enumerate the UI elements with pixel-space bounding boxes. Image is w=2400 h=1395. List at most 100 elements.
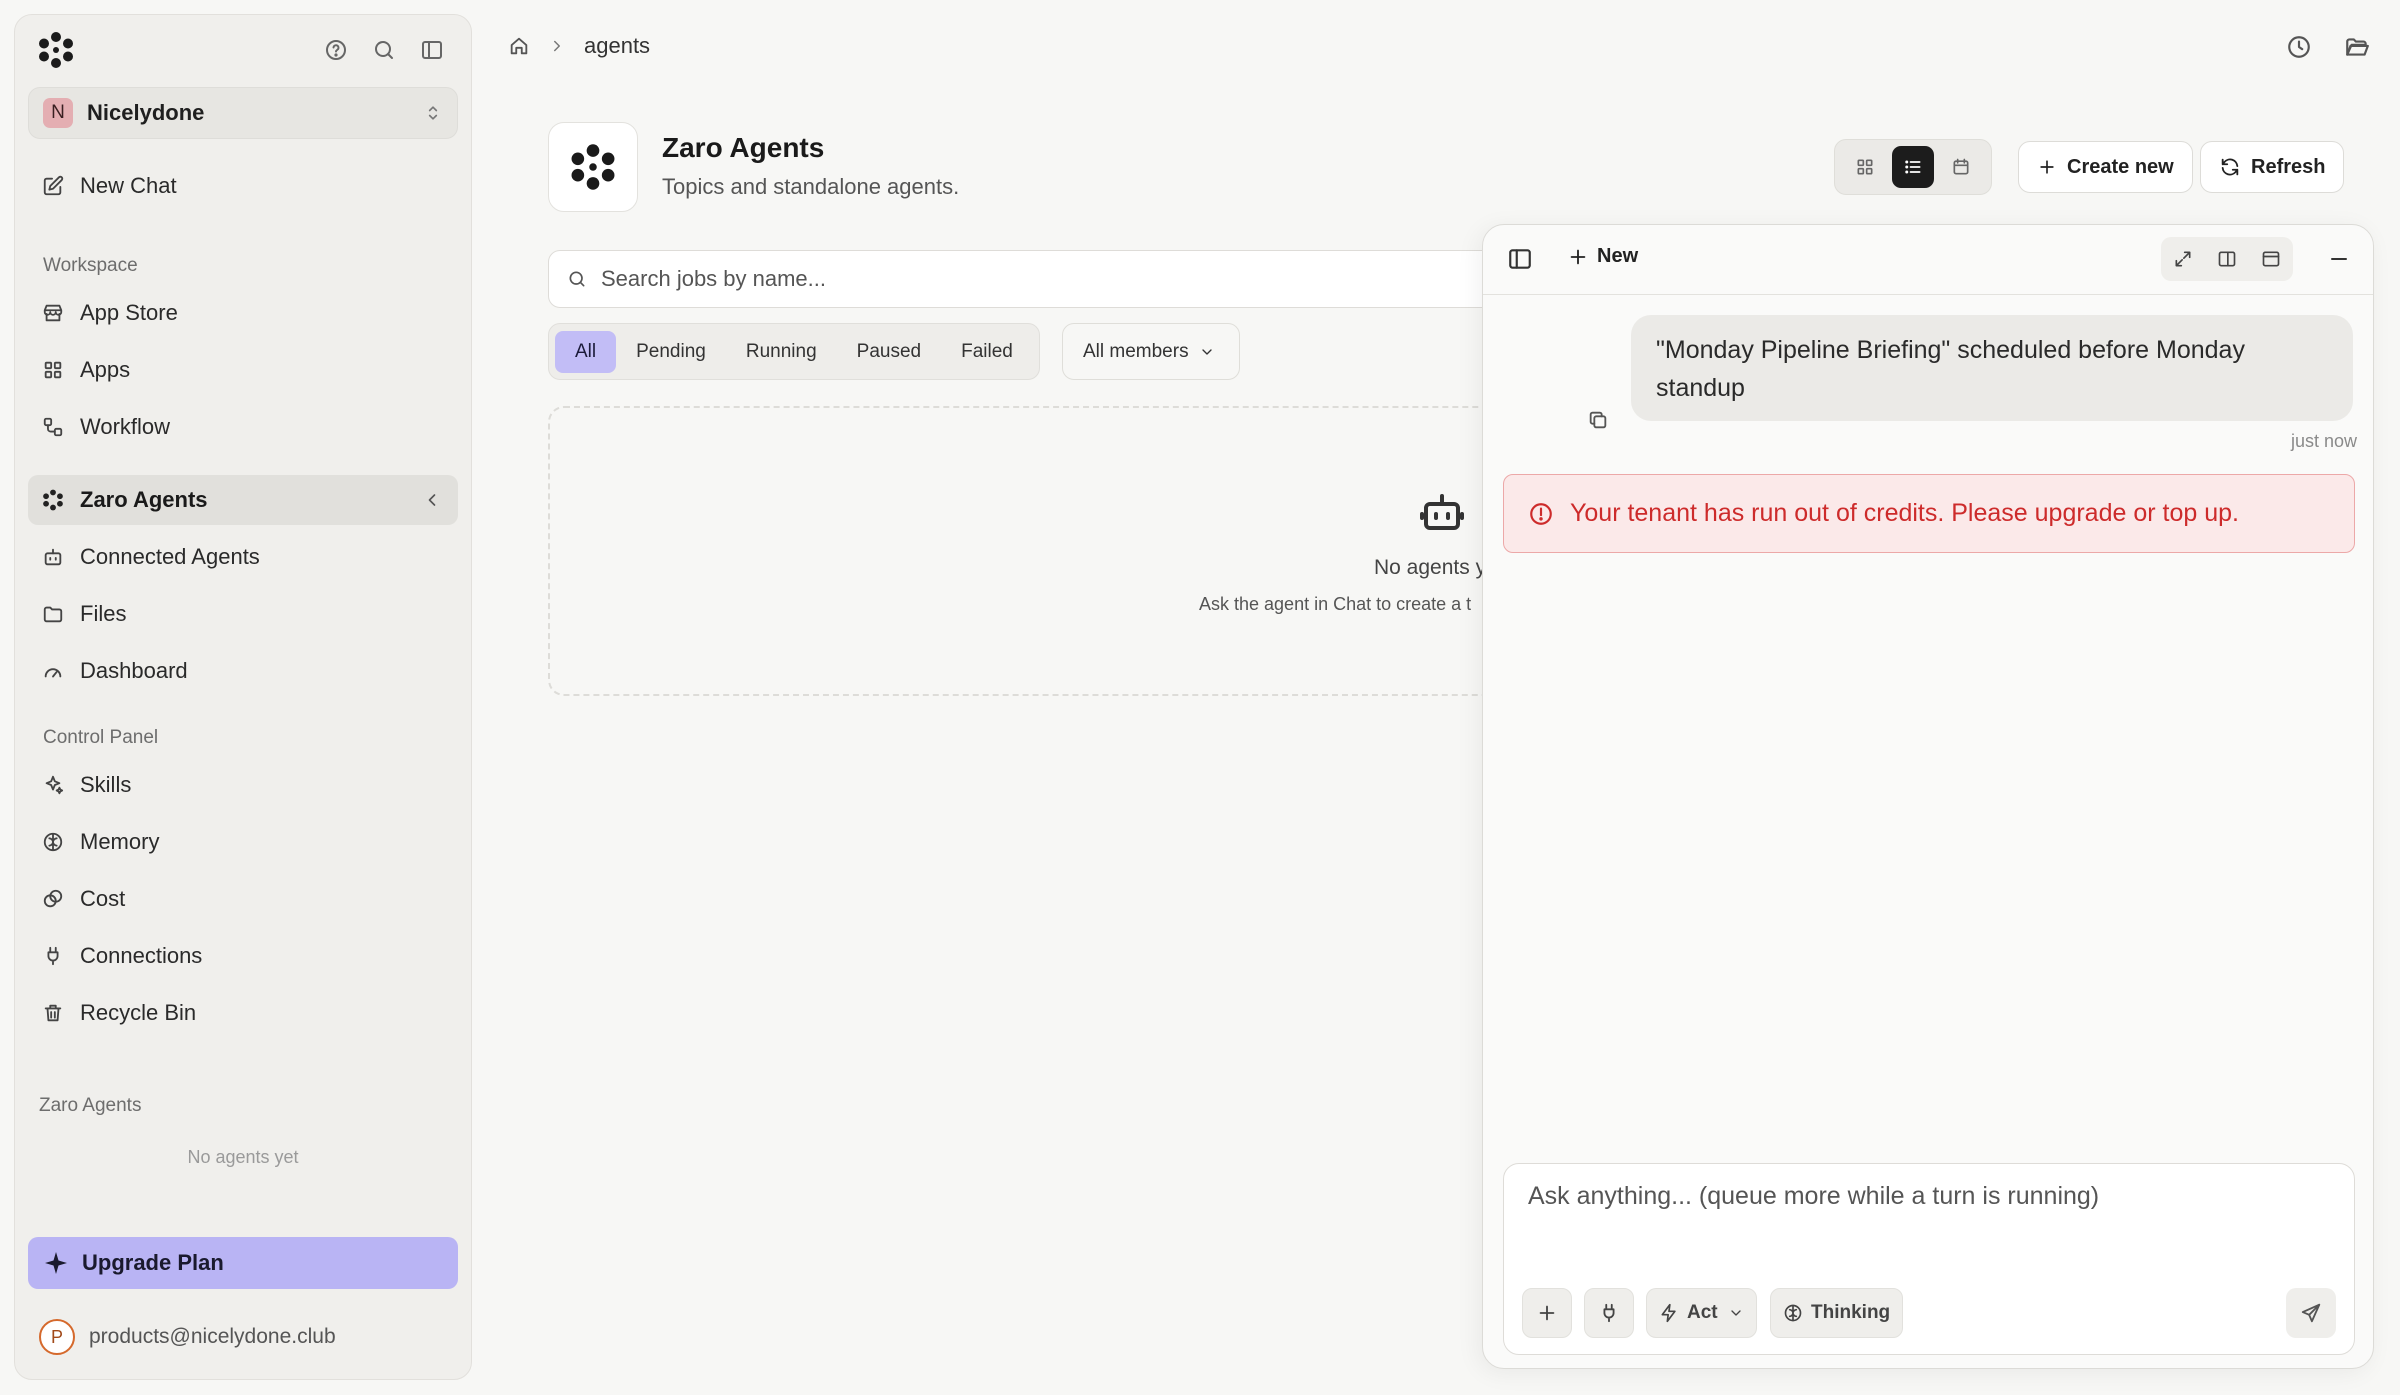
sidebar-item-label: Workflow	[80, 414, 171, 439]
folder-open-icon[interactable]	[2344, 34, 2370, 60]
new-chat-button[interactable]: New Chat	[28, 161, 458, 211]
mode-label: Act	[1687, 1302, 1718, 1323]
home-icon[interactable]	[508, 35, 530, 57]
refresh-icon	[2221, 158, 2239, 176]
sidebar-item-dashboard[interactable]: Dashboard	[28, 646, 458, 696]
refresh-button[interactable]: Refresh	[2200, 141, 2345, 193]
job-search[interactable]	[548, 250, 1548, 308]
chat-sidebar-toggle-icon[interactable]	[1507, 246, 1533, 272]
plus-icon	[1570, 249, 1586, 264]
new-chat-button[interactable]: New	[1567, 245, 1638, 268]
filter-pending[interactable]: Pending	[616, 331, 726, 373]
user-avatar: P	[39, 1319, 75, 1355]
connections-button[interactable]	[1584, 1288, 1634, 1338]
empty-state-title: No agents y	[1374, 556, 1487, 579]
sidebar-toggle-icon[interactable]	[415, 33, 449, 67]
grid-view-icon[interactable]	[1844, 146, 1886, 188]
chat-composer: Act Thinking	[1503, 1163, 2355, 1355]
error-alert: Your tenant has run out of credits. Plea…	[1503, 474, 2355, 553]
workspace-switcher[interactable]: N Nicelydone	[28, 87, 458, 139]
new-chat-label: New	[1597, 245, 1639, 267]
filter-all[interactable]: All	[555, 330, 617, 373]
sidebar-item-label: Connected Agents	[80, 544, 260, 569]
refresh-label: Refresh	[2251, 155, 2326, 178]
sidebar-item-label: Skills	[80, 772, 132, 797]
sidebar-item-cost[interactable]: Cost	[28, 874, 458, 924]
user-email: products@nicelydone.club	[89, 1325, 336, 1348]
view-toggle	[1834, 139, 1992, 195]
store-icon	[43, 304, 63, 322]
plus-icon	[1539, 1305, 1555, 1321]
chevron-down-icon	[1730, 1310, 1741, 1316]
sidebar-item-workflow[interactable]: Workflow	[28, 402, 458, 452]
filter-paused[interactable]: Paused	[837, 331, 941, 373]
trash-icon	[44, 1004, 62, 1022]
brain-icon	[43, 832, 63, 852]
chevron-right-icon	[554, 40, 560, 52]
list-view-icon[interactable]	[1892, 146, 1934, 188]
sidebar-item-app-store[interactable]: App Store	[28, 288, 458, 338]
folder-icon	[43, 606, 63, 623]
split-view-icon[interactable]	[2217, 249, 2237, 269]
members-dropdown[interactable]: All members	[1062, 323, 1240, 380]
lightning-icon	[1661, 1303, 1676, 1323]
expand-icon[interactable]	[2173, 249, 2193, 269]
attach-button[interactable]	[1522, 1288, 1572, 1338]
coins-icon	[43, 889, 63, 908]
sidebar-item-files[interactable]: Files	[28, 589, 458, 639]
sidebar-item-connections[interactable]: Connections	[28, 931, 458, 981]
sidebar-item-label: Memory	[80, 829, 160, 854]
sidebar-item-recycle-bin[interactable]: Recycle Bin	[28, 988, 458, 1038]
send-icon	[2301, 1303, 2321, 1323]
sidebar-item-label: Cost	[80, 886, 126, 911]
zaro-agents-section-label: Zaro Agents	[39, 1095, 142, 1116]
minimize-icon[interactable]	[2327, 247, 2351, 271]
bot-icon	[44, 548, 62, 566]
send-button[interactable]	[2286, 1288, 2336, 1338]
breadcrumb: agents	[508, 33, 650, 59]
sidebar-item-label: Files	[80, 601, 127, 626]
workflow-icon	[43, 417, 63, 437]
zaro-logo-icon[interactable]	[37, 31, 75, 69]
sidebar-item-skills[interactable]: Skills	[28, 760, 458, 810]
window-icon[interactable]	[2261, 249, 2281, 269]
create-new-button[interactable]: Create new	[2018, 141, 2193, 193]
mode-dropdown[interactable]: Act	[1646, 1288, 1757, 1338]
grid-icon	[44, 361, 62, 379]
empty-state	[548, 406, 1598, 696]
help-icon[interactable]	[319, 33, 353, 67]
gauge-icon	[44, 668, 62, 678]
filter-failed[interactable]: Failed	[941, 331, 1033, 373]
breadcrumb-current: agents	[584, 33, 651, 58]
chevron-left-icon[interactable]	[422, 490, 442, 510]
sidebar-item-label: App Store	[80, 300, 178, 325]
sidebar-item-connected-agents[interactable]: Connected Agents	[28, 532, 458, 582]
history-icon[interactable]	[2286, 34, 2312, 60]
upgrade-plan-button[interactable]: Upgrade Plan	[28, 1237, 458, 1289]
control-panel-section-label: Control Panel	[43, 727, 159, 748]
calendar-view-icon[interactable]	[1940, 146, 1982, 188]
message-timestamp: just now	[2290, 431, 2357, 451]
sidebar-item-label: Apps	[80, 357, 131, 382]
chat-input[interactable]	[1528, 1182, 2328, 1242]
chat-header: New	[1483, 225, 2373, 295]
sidebar-item-memory[interactable]: Memory	[28, 817, 458, 867]
flower-icon	[43, 489, 63, 511]
page-subtitle: Topics and standalone agents.	[662, 174, 960, 199]
chevron-down-icon	[1201, 348, 1212, 355]
workspace-section-label: Workspace	[43, 255, 138, 276]
filter-running[interactable]: Running	[726, 331, 837, 373]
user-menu[interactable]: P products@nicelydone.club	[39, 1319, 336, 1355]
sidebar: N Nicelydone New Chat Workspace App Stor…	[14, 14, 472, 1380]
sidebar-item-label: Connections	[80, 943, 203, 968]
upgrade-plan-label: Upgrade Plan	[82, 1250, 224, 1275]
bot-icon	[1418, 488, 1466, 536]
sidebar-item-zaro-agents[interactable]: Zaro Agents	[28, 475, 458, 525]
status-filter-tabs: All Pending Running Paused Failed	[548, 323, 1040, 380]
brain-icon	[1784, 1304, 1802, 1322]
search-icon[interactable]	[367, 33, 401, 67]
thinking-toggle[interactable]: Thinking	[1770, 1288, 1904, 1338]
copy-icon[interactable]	[1587, 409, 1609, 431]
search-input[interactable]	[601, 266, 1161, 292]
sidebar-item-apps[interactable]: Apps	[28, 345, 458, 395]
